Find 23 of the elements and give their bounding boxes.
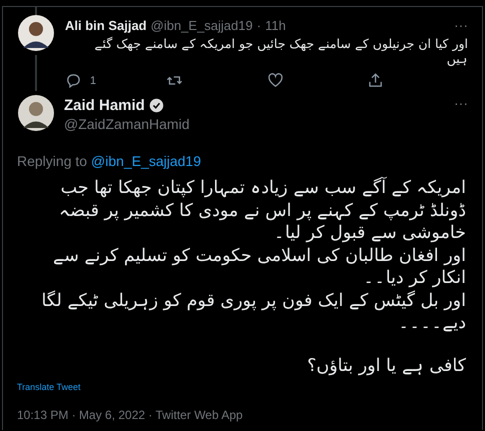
author-name[interactable]: Zaid Hamid — [64, 97, 145, 114]
reply-count: 1 — [90, 74, 96, 86]
avatar-icon[interactable] — [18, 15, 54, 51]
tweet-paragraph: امریکہ کے آگے سب سے زیادہ تمہارا کپتان جھکا تھا جب ڈونلڈ ٹرمپ کے کہنے پر اس نے مودی کا کشمیر پر قبضہ خاموشی سے قبول کر لیا۔ — [58, 177, 466, 244]
translate-link[interactable]: Translate Tweet — [17, 382, 81, 392]
author-handle[interactable]: @ibn_E_sajjad19 — [150, 18, 253, 32]
tweet-time[interactable]: 11h — [265, 18, 286, 32]
dot-separator: · — [256, 18, 262, 32]
replying-label: Replying to — [17, 153, 88, 169]
mention-link[interactable]: @ibn_E_sajjad19 — [91, 153, 202, 169]
more-icon[interactable]: ··· — [454, 95, 468, 111]
author-handle[interactable]: @ZaidZamanHamid — [64, 116, 190, 132]
tweet-paragraph: اور بل گیٹس کے ایک فون پر پوری قوم کو زہریلی ٹیکے لگا دیے۔۔۔۔ — [40, 290, 466, 334]
tweet-paragraph: اور افغان طالبان کی اسلامی حکومت کو تسلیم کرنے سے انکار کر دیا۔۔ — [52, 244, 466, 290]
reply-icon[interactable] — [65, 72, 82, 89]
more-icon[interactable]: ··· — [454, 17, 468, 33]
share-icon[interactable] — [367, 72, 384, 89]
tweet-paragraph: کافی ہے یا اور بتاؤں؟ — [306, 354, 466, 377]
tweet-timestamp: 10:13 PM · May 6, 2022 · Twitter Web App — [17, 408, 244, 422]
author-name[interactable]: Ali bin Sajjad — [65, 18, 147, 32]
avatar-icon[interactable] — [18, 95, 54, 131]
tweet-text: اور کیا ان جرنیلوں کے سامنے جھک جائیں جو امریکہ کے سامنے جھک گئے ہیں — [94, 36, 468, 66]
heart-icon[interactable] — [266, 72, 284, 89]
